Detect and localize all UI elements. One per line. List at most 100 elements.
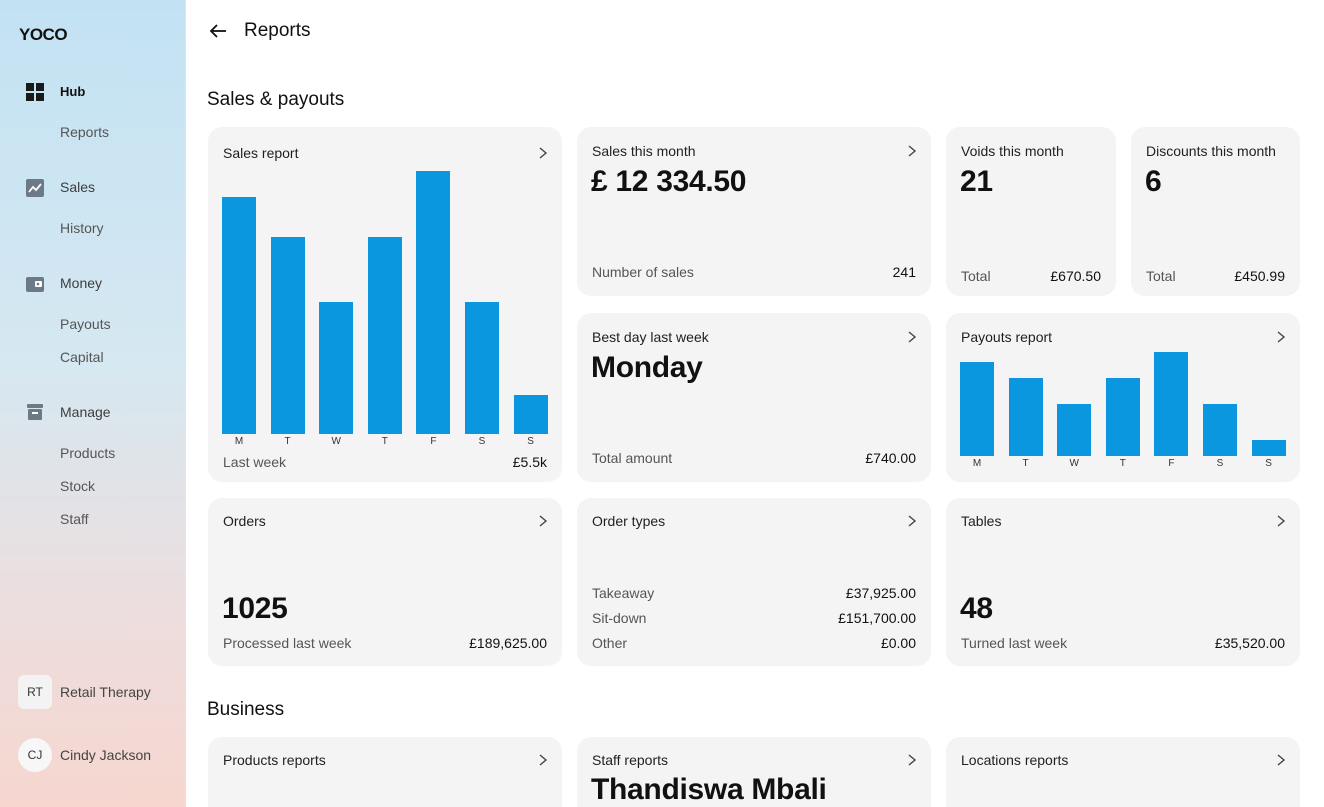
- list-item: Sit-down £151,700.00: [592, 610, 916, 626]
- sidebar-item-reports[interactable]: Reports: [60, 124, 109, 140]
- sidebar-item-capital[interactable]: Capital: [60, 349, 104, 365]
- user-name: Cindy Jackson: [60, 747, 152, 763]
- orders-label: Processed last week: [223, 635, 352, 651]
- best-day-card[interactable]: Best day last week Monday Total amount £…: [577, 313, 931, 482]
- sidebar-item-hub[interactable]: Hub: [60, 84, 85, 99]
- best-day-amount: £740.00: [865, 450, 916, 466]
- order-type-label: Sit-down: [592, 610, 647, 626]
- sales-this-month-card[interactable]: Sales this month £ 12 334.50 Number of s…: [577, 127, 931, 296]
- business-switcher[interactable]: RT Retail Therapy: [18, 675, 151, 709]
- box-icon: [27, 404, 43, 420]
- chart-tick-label: W: [331, 436, 341, 447]
- chart-bar: [270, 237, 305, 434]
- page-header: Reports: [207, 20, 311, 42]
- card-title: Discounts this month: [1146, 143, 1276, 159]
- voids-card[interactable]: Voids this month 21 Total £670.50: [946, 127, 1116, 296]
- payouts-report-card[interactable]: Payouts report M T W T F S S: [946, 313, 1300, 482]
- card-title: Sales report: [223, 145, 299, 161]
- chart-tick-label: F: [430, 436, 437, 447]
- voids-total-value: £670.50: [1050, 268, 1101, 284]
- section-title-sales: Sales & payouts: [207, 89, 345, 110]
- orders-amount: £189,625.00: [469, 635, 547, 651]
- chart-bar: [1057, 404, 1092, 456]
- footer-label: Last week: [223, 454, 287, 470]
- locations-reports-card[interactable]: Locations reports: [946, 737, 1300, 807]
- chevron-right-icon: [1277, 331, 1286, 343]
- chart-bar: [1251, 440, 1286, 456]
- chart-bar: [1203, 404, 1237, 456]
- card-title: Tables: [961, 513, 1002, 529]
- order-type-label: Takeaway: [592, 585, 655, 601]
- arrow-left-icon[interactable]: [207, 20, 229, 42]
- tables-value: 48: [960, 592, 993, 625]
- chart-tick-label: T: [1119, 458, 1126, 469]
- order-type-value: £151,700.00: [838, 610, 916, 626]
- chart-tick-label: S: [478, 436, 486, 447]
- chart-bar: [465, 302, 499, 434]
- order-type-label: Other: [592, 635, 628, 651]
- sidebar-item-stock[interactable]: Stock: [60, 478, 95, 494]
- page-title: Reports: [244, 20, 311, 41]
- order-type-value: £37,925.00: [845, 585, 916, 601]
- card-title: Payouts report: [961, 329, 1053, 345]
- staff-reports-card[interactable]: Staff reports Thandiswa Mbali: [577, 737, 931, 807]
- sidebar-item-products[interactable]: Products: [60, 445, 115, 461]
- sidebar-item-manage[interactable]: Manage: [60, 404, 111, 420]
- discounts-total-label: Total: [1146, 268, 1176, 284]
- chart-tick-label: S: [527, 436, 534, 447]
- card-title: Staff reports: [592, 752, 669, 768]
- card-title: Locations reports: [961, 752, 1069, 768]
- chart-bar: [367, 237, 402, 434]
- chart-tick-label: T: [1022, 458, 1029, 469]
- section-title-business: Business: [207, 699, 285, 720]
- staff-top-value: Thandiswa Mbali: [591, 773, 827, 806]
- wallet-icon: [26, 277, 44, 292]
- chart-tick-label: S: [1216, 458, 1224, 469]
- card-title: Orders: [223, 513, 266, 529]
- card-title: Order types: [592, 513, 666, 529]
- chevron-right-icon: [539, 754, 548, 766]
- chart-bar: [416, 171, 451, 434]
- sidebar-item-staff[interactable]: Staff: [60, 511, 89, 527]
- avatar: CJ: [18, 738, 52, 772]
- order-types-card[interactable]: Order types Takeaway £37,925.00 Sit-down…: [577, 498, 931, 666]
- tables-card[interactable]: Tables 48 Turned last week £35,520.00: [946, 498, 1300, 666]
- best-day-value: Monday: [591, 351, 703, 384]
- chart-tick-label: F: [1168, 458, 1175, 469]
- chevron-right-icon: [908, 145, 917, 157]
- chart-bar: [319, 302, 354, 434]
- discounts-card[interactable]: Discounts this month 6 Total £450.99: [1131, 127, 1300, 296]
- tables-amount: £35,520.00: [1214, 635, 1285, 651]
- sales-report-card[interactable]: Sales report M T W T F S S Last week £5.5k: [208, 127, 562, 482]
- sales-month-value: £ 12 334.50: [591, 165, 747, 198]
- chart-tick-label: T: [284, 436, 291, 447]
- orders-card[interactable]: Orders 1025 Processed last week £189,625…: [208, 498, 562, 666]
- chart-bar: [1154, 352, 1189, 456]
- chevron-right-icon: [908, 754, 917, 766]
- chevron-right-icon: [908, 331, 917, 343]
- chevron-right-icon: [1277, 515, 1286, 527]
- chart-bar: [513, 395, 548, 434]
- voids-total-label: Total: [961, 268, 991, 284]
- chart-bar: [960, 362, 994, 456]
- sales-count-value: 241: [892, 264, 916, 280]
- chart-bar: [222, 197, 256, 434]
- sidebar-item-payouts[interactable]: Payouts: [60, 316, 111, 332]
- yoco-logo[interactable]: YOCO: [19, 25, 68, 45]
- sidebar: YOCO Hub Reports Sales History Money Pay…: [0, 0, 186, 807]
- business-name: Retail Therapy: [60, 684, 151, 700]
- sidebar-item-sales[interactable]: Sales: [60, 179, 95, 195]
- discounts-value: 6: [1145, 165, 1162, 198]
- order-type-value: £0.00: [880, 635, 916, 651]
- chart-tick-label: M: [234, 436, 244, 447]
- card-title: Products reports: [223, 752, 326, 768]
- sidebar-item-money[interactable]: Money: [60, 275, 102, 291]
- card-title: Sales this month: [592, 143, 696, 159]
- sidebar-item-history[interactable]: History: [60, 220, 104, 236]
- chart-tick-label: W: [1069, 458, 1079, 469]
- discounts-total-value: £450.99: [1234, 268, 1285, 284]
- chevron-right-icon: [1277, 754, 1286, 766]
- products-reports-card[interactable]: Products reports: [208, 737, 562, 807]
- chevron-right-icon: [908, 515, 917, 527]
- user-menu[interactable]: CJ Cindy Jackson: [18, 738, 151, 772]
